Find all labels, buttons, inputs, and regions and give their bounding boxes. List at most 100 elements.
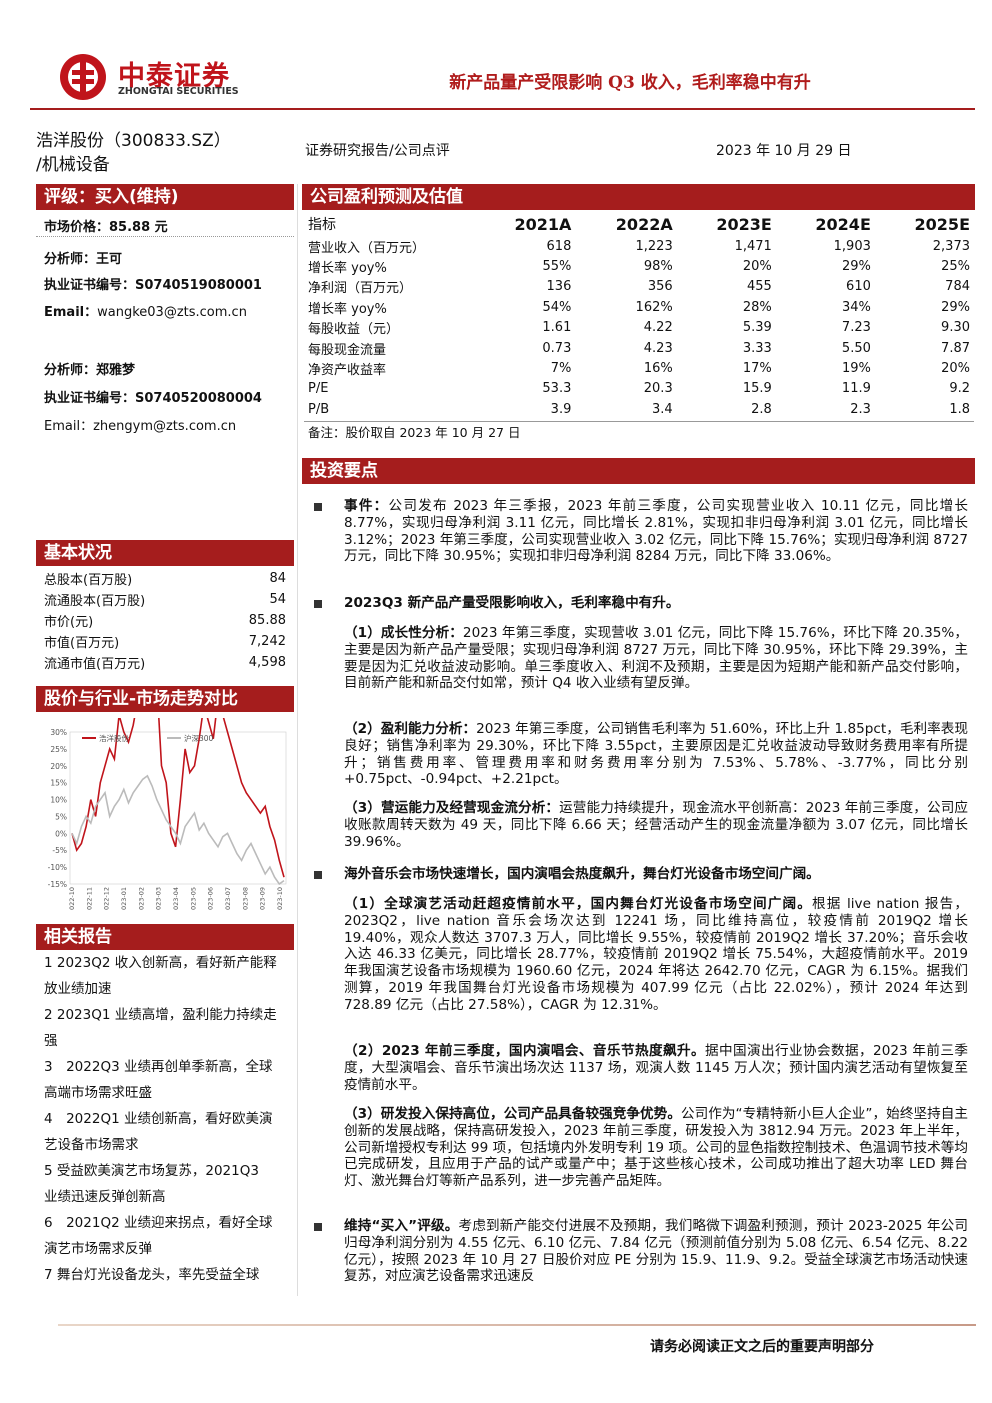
analyst-1-label: 分析师：	[44, 252, 97, 267]
forecast-cell: 25%	[941, 259, 970, 275]
invest-title: 投资要点	[310, 461, 378, 481]
forecast-cell: 16%	[643, 361, 673, 377]
y-tick-label: 10%	[50, 796, 67, 805]
related-report-line[interactable]: 1 2023Q2 收入创新高，看好新产能释	[44, 950, 294, 976]
cert-1: 执业证书编号：S0740519080001	[44, 274, 262, 293]
related-report-line[interactable]: 放业绩加速	[44, 976, 294, 1002]
forecast-cell: 2.3	[850, 401, 871, 417]
forecast-cell: 7%	[550, 361, 572, 377]
email-2[interactable]: Email：zhengym@zts.com.cn	[44, 415, 236, 434]
domestic-label: （2）2023 年前三季度，国内演唱会、音乐节热度飙升。	[344, 1043, 705, 1059]
forecast-cell: 3.9	[550, 401, 572, 417]
related-bar: 相关报告	[36, 924, 294, 950]
logo: 中泰证券 ZHONGTAI SECURITIES	[58, 52, 258, 102]
profit-paragraph: （2）盈利能力分析：2023 年第三季度，公司销售毛利率为 51.60%，环比上…	[344, 721, 968, 788]
rating-label: 维持“买入”评级。	[344, 1218, 459, 1234]
cert-2: 执业证书编号：S0740520080004	[44, 387, 262, 406]
event-text: 公司发布 2023 年三季报，2023 年前三季度，公司实现营业收入 10.11…	[344, 498, 969, 565]
legend-label: 浩洋股份	[99, 733, 129, 743]
forecast-cell: 162%	[635, 299, 673, 315]
forecast-note: 备注：股价取自 2023 年 10 月 27 日	[304, 420, 974, 441]
operation-label: （3）营运能力及经营现金流分析：	[344, 800, 560, 816]
forecast-cell: 9.2	[949, 381, 970, 397]
forecast-header-row: 指标 2021A 2022A 2023E 2024E 2025E	[304, 212, 974, 236]
related-report-line[interactable]: 高端市场需求旺盛	[44, 1080, 294, 1106]
related-report-line[interactable]: 5 受益欧美演艺市场复苏，2021Q3	[44, 1158, 294, 1184]
basic-row-label: 市值(百万元)	[44, 636, 120, 651]
related-report-line[interactable]: 4 2022Q1 业绩创新高，看好欧美演	[44, 1106, 294, 1132]
forecast-cell: 34%	[841, 299, 871, 315]
x-tick-label: 2023-06	[207, 887, 215, 910]
forecast-cell: 1,471	[734, 238, 772, 254]
plot-frame	[69, 731, 287, 885]
bullet-icon	[314, 871, 322, 879]
divider	[36, 236, 294, 237]
forecast-row-label: 增长率 yoy%	[308, 261, 387, 277]
report-date: 2023 年 10 月 29 日	[716, 143, 852, 159]
forecast-cell: 784	[945, 279, 970, 295]
forecast-cell: 53.3	[542, 381, 572, 397]
related-report-line[interactable]: 2 2023Q1 业绩高增，盈利能力持续走	[44, 1002, 294, 1028]
forecast-title: 公司盈利预测及估值	[310, 187, 463, 207]
related-title: 相关报告	[44, 927, 112, 947]
forecast-row-label: 增长率 yoy%	[308, 301, 387, 317]
domestic-paragraph: （2）2023 年前三季度，国内演唱会、音乐节热度飙升。据中国演出行业协会数据，…	[344, 1043, 968, 1093]
basic-row: 市价(元) 85.88	[44, 610, 286, 631]
y-tick-label: -15%	[48, 880, 67, 889]
email-2-value[interactable]: zhengym@zts.com.cn	[93, 419, 236, 434]
related-report-line[interactable]: 强	[44, 1028, 294, 1054]
related-report-line[interactable]: 业绩迅速反弹创新高	[44, 1184, 294, 1210]
email-1[interactable]: Email：wangke03@zts.com.cn	[44, 301, 247, 320]
forecast-cell: 7.87	[941, 340, 970, 356]
bullet-icon	[314, 600, 322, 608]
y-tick-label: 25%	[50, 745, 67, 754]
forecast-cell: 98%	[643, 259, 673, 275]
forecast-row: P/E 53.3 20.3 15.9 11.9 9.2	[304, 379, 974, 399]
y-tick-label: -5%	[52, 846, 67, 855]
email-1-value[interactable]: wangke03@zts.com.cn	[97, 305, 247, 320]
forecast-header-cell: 2023E	[716, 214, 772, 234]
forecast-cell: 15.9	[742, 381, 772, 397]
basic-row-label: 流通市值(百万元)	[44, 657, 146, 672]
related-report-line[interactable]: 3 2022Q3 业绩再创单季新高，全球	[44, 1054, 294, 1080]
related-report-line[interactable]: 艺设备市场需求	[44, 1132, 294, 1158]
company-name: 浩洋股份（300833.SZ）	[36, 131, 231, 151]
forecast-header-cell: 2024E	[815, 214, 871, 234]
column-divider	[297, 184, 298, 1296]
forecast-cell: 1.8	[949, 401, 970, 417]
x-tick-label: 2023-02	[137, 887, 145, 910]
email-1-label: Email：	[44, 305, 98, 320]
forecast-cell: 20%	[742, 259, 772, 275]
x-tick-label: 2022-10	[68, 887, 76, 910]
forecast-table-wrap: 指标 2021A 2022A 2023E 2024E 2025E 营业收入（百万…	[304, 212, 974, 441]
cert-2-label: 执业证书编号：	[44, 391, 136, 406]
forecast-row: 净资产收益率 7% 16% 17% 19% 20%	[304, 358, 974, 378]
x-tick-label: 2023-08	[241, 887, 249, 910]
forecast-cell: 29%	[941, 299, 970, 315]
growth-label: （1）成长性分析：	[344, 625, 463, 641]
y-tick-label: 0%	[55, 829, 67, 838]
forecast-cell: 28%	[742, 299, 772, 315]
price-value: 85.88 元	[109, 220, 168, 235]
market-paragraph: （1）全球演艺活动赶超疫情前水平，国内舞台灯光设备市场空间广阔。根据 live …	[344, 896, 968, 1014]
related-report-line[interactable]: 6 2021Q2 业绩迎来拐点，看好全球	[44, 1210, 294, 1236]
forecast-cell: 19%	[841, 361, 871, 377]
related-report-line[interactable]: 演艺市场需求反弹	[44, 1236, 294, 1262]
forecast-cell: 136	[546, 279, 572, 295]
bullet-icon	[314, 503, 322, 511]
x-tick-label: 2023-03	[155, 887, 163, 910]
cert-1-value: S0740519080001	[135, 278, 262, 293]
forecast-cell: 5.50	[841, 340, 871, 356]
basic-info-table: 总股本(百万股) 84 流通股本(百万股) 54 市价(元) 85.88 市值(百万元…	[44, 568, 286, 673]
x-tick-label: 2023-07	[224, 887, 232, 910]
forecast-row: 每股现金流量 0.73 4.23 3.33 5.50 7.87	[304, 338, 974, 358]
market-price: 市场价格：85.88 元	[44, 216, 168, 235]
related-report-line[interactable]: 7 舞台灯光设备龙头，率先受益全球	[44, 1262, 294, 1288]
basic-row-value: 4,598	[248, 655, 286, 670]
forecast-row-label: 每股现金流量	[308, 342, 387, 358]
forecast-cell: 1,223	[635, 238, 673, 254]
analyst-2-label: 分析师：	[44, 363, 97, 378]
bullet-icon	[314, 1223, 322, 1231]
basic-row-label: 总股本(百万股)	[44, 573, 133, 588]
forecast-cell: 0.73	[542, 340, 572, 356]
